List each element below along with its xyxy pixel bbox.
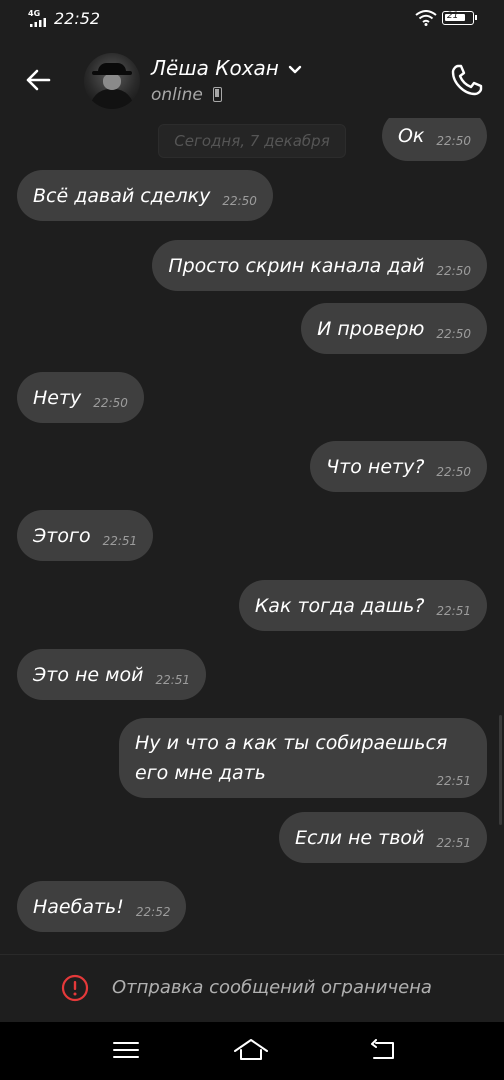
message-time: 22:50 [436,133,471,148]
message-incoming[interactable]: Нету 22:50 [17,372,144,423]
home-button[interactable] [233,1034,269,1066]
message-incoming[interactable]: Наебать! 22:52 [17,881,187,932]
status-bar: 4G 22:52 21 [0,0,504,40]
message-time: 22:51 [155,672,191,687]
message-text-line1: Ну и что а как ты собираешься [135,732,448,754]
message-incoming[interactable]: Этого 22:51 [17,510,154,561]
message-text-line2: его мне дать [135,762,266,784]
message-text: Что нету? [326,455,425,478]
menu-icon [113,1042,139,1058]
message-time: 22:50 [436,263,471,278]
message-text: Это не мой [33,663,144,686]
contact-status: online [151,85,203,105]
message-text: Ок [397,124,425,147]
status-time: 22:52 [54,9,101,28]
message-time: 22:50 [222,193,257,208]
message-outgoing[interactable]: Что нету? 22:50 [310,441,487,492]
message-outgoing[interactable]: Просто скрин канала дай 22:50 [152,240,487,291]
message-time: 22:50 [93,395,128,410]
message-time: 22:51 [436,774,471,788]
system-nav-bar [0,1022,504,1080]
message-text: Просто скрин канала дай [168,254,425,277]
message-text: Этого [33,524,91,547]
message-time: 22:52 [135,904,171,919]
battery-level: 21 [447,11,459,21]
back-nav-button[interactable] [366,1034,402,1066]
chevron-down-icon[interactable] [287,62,303,78]
message-incoming[interactable]: Всё давай сделку 22:50 [17,170,273,221]
date-separator: Сегодня, 7 декабря [158,124,346,158]
mobile-device-icon [213,87,222,102]
call-button[interactable] [449,62,485,98]
message-text: И проверю [317,317,425,340]
message-outgoing[interactable]: Ок 22:50 [381,118,487,161]
chat-header: Лёша Кохан online [0,40,504,118]
back-button[interactable] [18,60,58,100]
home-icon [234,1039,268,1060]
message-text: Всё давай сделку [33,184,211,207]
message-outgoing[interactable]: Если не твой 22:51 [279,812,487,863]
message-time: 22:51 [102,533,138,548]
back-icon [371,1039,394,1059]
message-time: 22:50 [436,326,471,341]
avatar[interactable] [84,53,140,109]
arrow-left-icon [26,69,51,91]
network-type: 4G [28,9,41,18]
message-text: Нету [33,386,82,409]
messaging-restricted-bar: Отправка сообщений ограничена [0,954,504,1022]
message-incoming[interactable]: Это не мой 22:51 [17,649,207,700]
message-outgoing[interactable]: И проверю 22:50 [301,303,487,354]
alert-circle-icon [61,974,89,1002]
message-text: Как тогда дашь? [254,594,425,617]
message-text: Наебать! [33,895,124,918]
menu-button[interactable] [108,1034,144,1066]
signal-icon [30,18,46,27]
restriction-message: Отправка сообщений ограничена [112,977,432,998]
message-outgoing[interactable]: Ну и что а как ты собираешься его мне да… [119,718,487,798]
message-time: 22:51 [436,603,471,618]
contact-name[interactable]: Лёша Кохан [151,56,279,80]
message-time: 22:50 [436,464,471,479]
wifi-icon [415,10,437,26]
scrollbar[interactable] [499,715,502,825]
message-time: 22:51 [436,835,471,850]
message-text: Если не твой [295,826,425,849]
battery-icon: 21 [442,11,477,25]
message-outgoing[interactable]: Как тогда дашь? 22:51 [238,580,487,631]
phone-icon [451,64,483,96]
message-list[interactable]: Ок 22:50 Сегодня, 7 декабря Всё давай сд… [0,118,504,954]
